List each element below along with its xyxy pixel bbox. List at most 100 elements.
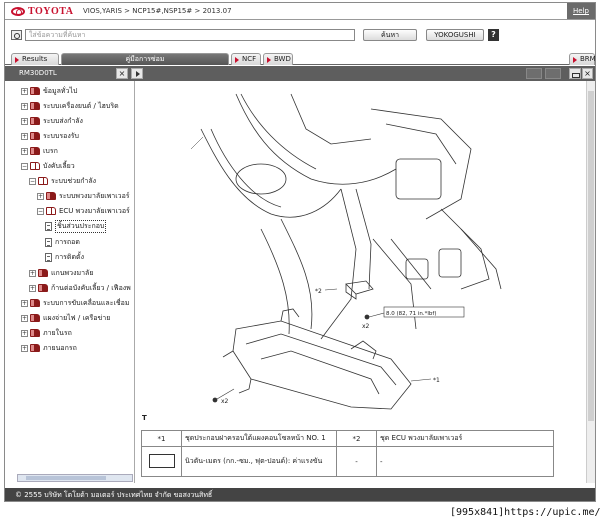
table-cell: ชุดประกอบฝาครอบใต้แผงคอนโซลหน้า NO. 1 (181, 430, 337, 447)
book-icon (30, 87, 40, 95)
open-book-icon (30, 162, 40, 170)
expand-icon[interactable]: + (21, 147, 28, 155)
book-icon (30, 132, 40, 140)
table-cell: - (376, 446, 554, 477)
tree-item[interactable]: + ระบบพวงมาลัยเพาเวอร์ (37, 190, 130, 202)
tree-item[interactable]: + ภายนอกรถ (21, 342, 77, 354)
book-icon (38, 269, 48, 277)
help-icon[interactable]: ? (488, 29, 499, 41)
tree-item[interactable]: + ระบบรองรับ (21, 130, 79, 142)
close-tree-button[interactable]: × (116, 68, 128, 79)
prev-page-button[interactable] (526, 68, 542, 79)
tree-item[interactable]: + ภายในรถ (21, 327, 72, 339)
table-cell: นิวตัน-เมตร (กก.-ซม., ฟุต-ปอนด์): ค่าแรง… (181, 446, 337, 477)
tab-repair-manual[interactable]: คู่มือการซ่อม (61, 53, 229, 65)
book-icon (38, 284, 48, 292)
expand-icon[interactable]: + (21, 314, 28, 322)
expand-icon[interactable]: + (21, 132, 28, 140)
play-icon[interactable] (131, 68, 143, 79)
torque-value: 8.0 (82, 71 in.*lbf) (386, 311, 437, 317)
expand-icon[interactable]: + (21, 299, 28, 307)
expand-icon[interactable]: + (21, 344, 28, 352)
tree-item[interactable]: + ระบบการขับเคลื่อนและเชื่อม (21, 297, 129, 309)
tree-item[interactable]: + ระบบเครื่องยนต์ / ไฮบริด (21, 100, 119, 112)
book-icon (30, 299, 40, 307)
callout-2: *2 (315, 288, 322, 295)
document-id: RM30D0TL (19, 69, 57, 77)
table-cell: *1 (141, 430, 182, 447)
scrollbar-thumb[interactable] (588, 91, 594, 421)
tree-item[interactable]: + ก้านต่อบังคับเลี้ยว / เฟืองพ (29, 282, 131, 294)
app-window: TOYOTA VIOS,YARIS > NCP15#,NSP15# > 2013… (4, 2, 596, 502)
table-row: นิวตัน-เมตร (กก.-ซม., ฟุต-ปอนด์): ค่าแรง… (141, 446, 554, 477)
tree-item[interactable]: − ECU พวงมาลัยเพาเวอร์ (37, 205, 130, 217)
tree-item[interactable]: + ข้อมูลทั่วไป (21, 85, 77, 97)
ecu-installation-illustration: *2 8.0 (82, 71 in.*lbf) x2 *1 x2 (190, 93, 502, 410)
table-cell: *2 (336, 430, 377, 447)
watermark: [995x841]https://upic.me/ (450, 507, 600, 518)
table-row: *1 ชุดประกอบฝาครอบใต้แผงคอนโซลหน้า NO. 1… (141, 430, 554, 447)
book-icon (30, 314, 40, 322)
tree-item[interactable]: − บังคับเลี้ยว (21, 160, 75, 172)
tree-item[interactable]: การถอด (45, 236, 80, 248)
brand-name: TOYOTA (28, 6, 74, 17)
open-book-icon (38, 177, 48, 185)
search-row: ใส่ข้อความที่ค้นหา ค้นหา YOKOGUSHI ? (5, 28, 595, 44)
print-icon[interactable] (569, 68, 581, 79)
book-icon (30, 102, 40, 110)
collapse-icon[interactable]: − (29, 177, 36, 185)
next-page-button[interactable] (545, 68, 561, 79)
table-cell: ชุด ECU พวงมาลัยเพาเวอร์ (376, 430, 554, 447)
search-input[interactable]: ใส่ข้อความที่ค้นหา (25, 29, 355, 41)
document-icon (45, 252, 52, 262)
copyright-footer: © 2555 บริษัท โตโยต้า มอเตอร์ ประเทศไทย … (5, 488, 595, 501)
search-button[interactable]: ค้นหา (363, 29, 417, 41)
breadcrumb[interactable]: VIOS,YARIS > NCP15#,NSP15# > 2013.07 (83, 7, 232, 15)
expand-icon[interactable]: + (37, 192, 44, 200)
tree-item-selected[interactable]: ชิ้นส่วนประกอบ (45, 219, 107, 233)
tab-ncf[interactable]: NCF (231, 53, 261, 65)
expand-icon[interactable]: + (21, 117, 28, 125)
legend-table: *1 ชุดประกอบฝาครอบใต้แผงคอนโซลหน้า NO. 1… (141, 430, 554, 477)
tab-bwd[interactable]: BWD (263, 53, 293, 65)
scrollbar-thumb[interactable] (26, 476, 106, 480)
expand-icon[interactable]: + (29, 284, 36, 292)
book-icon (30, 329, 40, 337)
tree-item[interactable]: + แกนพวงมาลัย (29, 267, 93, 279)
open-book-icon (46, 207, 56, 215)
tab-bar: Results คู่มือการซ่อม NCF BWD BRM (5, 51, 595, 65)
tree-item[interactable]: − ระบบช่วยกำลัง (29, 175, 96, 187)
document-scrollbar[interactable] (586, 81, 595, 483)
tree-item[interactable]: + แผงจ่ายไฟ / เครือข่าย (21, 312, 110, 324)
yokogushi-button[interactable]: YOKOGUSHI (426, 29, 484, 41)
expand-icon[interactable]: + (21, 87, 28, 95)
expand-icon[interactable]: + (29, 269, 36, 277)
tree-item[interactable]: + เบรก (21, 145, 58, 157)
tab-results[interactable]: Results (11, 53, 59, 65)
table-cell: - (336, 446, 377, 477)
tab-brm[interactable]: BRM (569, 53, 595, 65)
help-link[interactable]: Help (567, 3, 595, 19)
tree-item[interactable]: การติดตั้ง (45, 251, 84, 263)
book-icon (30, 147, 40, 155)
book-icon (30, 117, 40, 125)
callout-x2-lower: x2 (221, 398, 229, 405)
book-icon (30, 344, 40, 352)
tree-item[interactable]: + ระบบส่งกำลัง (21, 115, 83, 127)
document-toolbar: RM30D0TL × × (5, 66, 595, 81)
expand-icon[interactable]: + (21, 329, 28, 337)
top-bar: TOYOTA VIOS,YARIS > NCP15#,NSP15# > 2013… (5, 3, 595, 20)
book-icon (46, 192, 56, 200)
document-icon (45, 221, 52, 231)
callout-1: *1 (433, 377, 440, 384)
sidebar-scrollbar[interactable] (17, 474, 133, 482)
search-icon (11, 30, 22, 40)
torque-symbol-icon (148, 453, 175, 468)
toyota-logo: TOYOTA (11, 6, 73, 17)
collapse-icon[interactable]: − (37, 207, 44, 215)
close-icon[interactable]: × (582, 68, 593, 79)
document-icon (45, 237, 52, 247)
expand-icon[interactable]: + (21, 102, 28, 110)
callout-x2-upper: x2 (362, 323, 370, 330)
collapse-icon[interactable]: − (21, 162, 28, 170)
